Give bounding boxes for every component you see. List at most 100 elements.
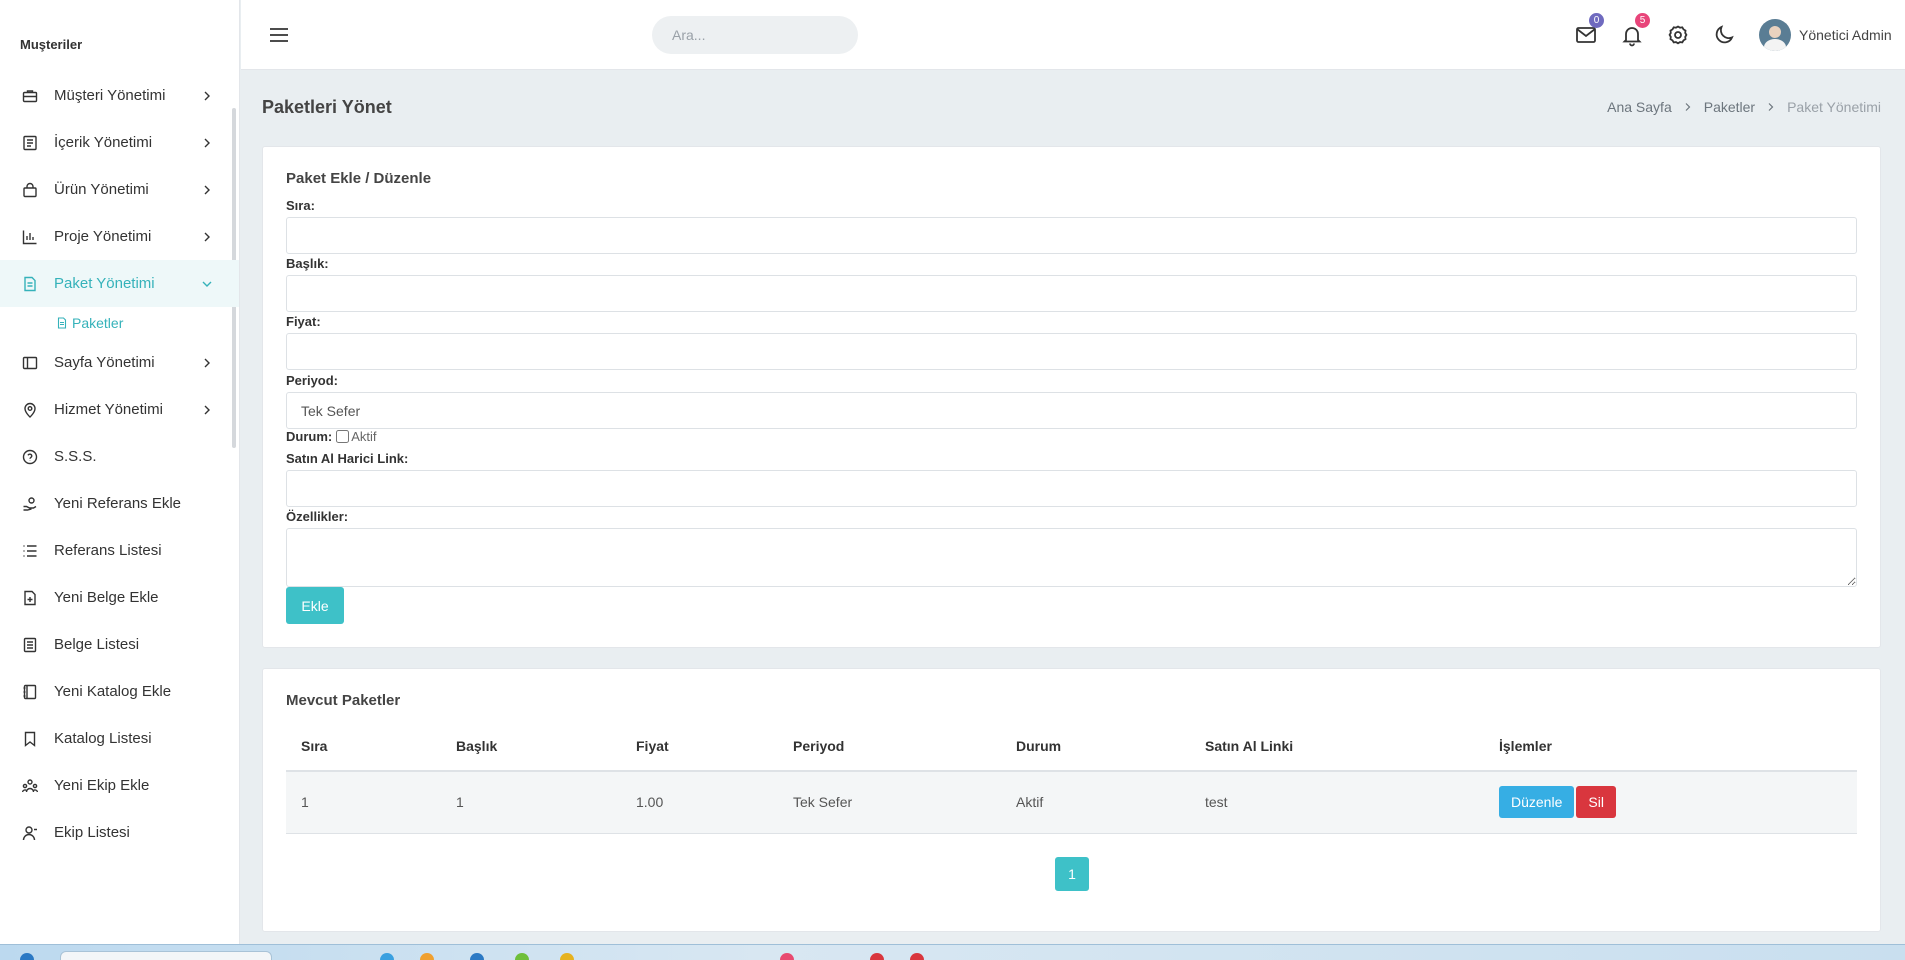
mail-button[interactable]: 0	[1574, 13, 1604, 47]
price-input[interactable]	[286, 333, 1857, 370]
sidebar-item-label: Sayfa Yönetimi	[54, 354, 155, 371]
cell-price: 1.00	[621, 771, 778, 834]
file-text-icon	[22, 637, 38, 653]
sidebar-item-urun-yonetimi[interactable]: Ürün Yönetimi	[0, 166, 239, 213]
order-input[interactable]	[286, 217, 1857, 254]
cell-actions: Düzenle Sil	[1484, 771, 1857, 834]
cell-status: Aktif	[1001, 771, 1190, 834]
mail-badge: 0	[1589, 13, 1604, 28]
sidebar-item-paket-yonetimi[interactable]: Paket Yönetimi	[0, 260, 239, 307]
title-input[interactable]	[286, 275, 1857, 312]
sidebar-item-proje-yonetimi[interactable]: Proje Yönetimi	[0, 213, 239, 260]
list-icon	[22, 543, 38, 559]
user-menu[interactable]: Yönetici Admin	[1759, 19, 1892, 51]
sidebar-item-label: Müşteri Yönetimi	[54, 87, 166, 104]
taskbar-app-icon[interactable]	[470, 953, 484, 960]
period-select[interactable]: Tek Sefer	[286, 392, 1857, 429]
column-header: Periyod	[778, 721, 1001, 772]
breadcrumb: Ana Sayfa Paketler Paket Yönetimi	[1607, 99, 1881, 115]
sidebar-item-musteri-yonetimi[interactable]: Müşteri Yönetimi	[0, 72, 239, 119]
features-textarea[interactable]	[286, 528, 1857, 587]
sidebar-item-katalog-listesi[interactable]: Katalog Listesi	[0, 715, 239, 762]
notifications-button[interactable]: 5	[1620, 13, 1650, 47]
sidebar-item-label: Katalog Listesi	[54, 730, 152, 747]
cell-period: Tek Sefer	[778, 771, 1001, 834]
sidebar-item-sayfa-yonetimi[interactable]: Sayfa Yönetimi	[0, 339, 239, 386]
settings-button[interactable]	[1666, 23, 1690, 47]
search-input[interactable]	[672, 27, 853, 43]
sidebar-item-ekip-listesi[interactable]: Ekip Listesi	[0, 809, 239, 856]
gear-icon	[1668, 25, 1688, 45]
status-row: Durum: Aktif	[286, 429, 377, 444]
column-header: Başlık	[441, 721, 621, 772]
hamburger-menu-icon[interactable]	[269, 25, 289, 45]
cell-link: test	[1190, 771, 1484, 834]
sidebar: Muşteriler Müşteri Yönetimi İçerik Yönet…	[0, 0, 240, 944]
sidebar-item-label: Yeni Belge Ekle	[54, 589, 159, 606]
chevron-right-icon	[204, 185, 210, 194]
external-link-input[interactable]	[286, 470, 1857, 507]
file-icon	[57, 317, 67, 329]
user-icon	[22, 825, 38, 841]
sidebar-item-yeni-belge-ekle[interactable]: Yeni Belge Ekle	[0, 574, 239, 621]
pagination-page-1[interactable]: 1	[1055, 857, 1089, 891]
chevron-down-icon	[202, 281, 212, 287]
table-row: 1 1 1.00 Tek Sefer Aktif test Düzenle Sil	[286, 771, 1857, 834]
dark-mode-toggle[interactable]	[1712, 23, 1736, 47]
taskbar-app-icon[interactable]	[515, 953, 529, 960]
shopping-bag-icon	[22, 182, 38, 198]
sidebar-item-yeni-katalog-ekle[interactable]: Yeni Katalog Ekle	[0, 668, 239, 715]
status-checkbox-label: Aktif	[351, 429, 377, 444]
period-select-value: Tek Sefer	[301, 402, 361, 419]
hand-coin-icon	[22, 496, 38, 512]
status-active-checkbox[interactable]	[336, 430, 350, 443]
sidebar-item-yeni-referans-ekle[interactable]: Yeni Referans Ekle	[0, 480, 239, 527]
map-pin-icon	[22, 402, 38, 418]
title-label: Başlık:	[286, 256, 329, 271]
edit-button[interactable]: Düzenle	[1499, 786, 1575, 819]
features-label: Özellikler:	[286, 509, 349, 524]
packages-table: Sıra Başlık Fiyat Periyod Durum Satın Al…	[286, 721, 1857, 834]
sidebar-item-label: Paket Yönetimi	[54, 275, 155, 292]
sidebar-item-yeni-ekip-ekle[interactable]: Yeni Ekip Ekle	[0, 762, 239, 809]
sidebar-subitem-paketler[interactable]: Paketler	[0, 307, 239, 339]
sidebar-item-label: Ürün Yönetimi	[54, 181, 149, 198]
sidebar-item-label: Yeni Referans Ekle	[54, 495, 182, 512]
delete-button[interactable]: Sil	[1576, 786, 1616, 819]
column-header: Satın Al Linki	[1190, 721, 1484, 772]
sidebar-item-sss[interactable]: S.S.S.	[0, 433, 239, 480]
chevron-right-icon	[204, 138, 210, 147]
sidebar-item-label: Proje Yönetimi	[54, 228, 152, 245]
chevron-right-icon	[1685, 103, 1691, 111]
sidebar-item-label: S.S.S.	[54, 448, 97, 465]
status-label: Durum:	[286, 429, 333, 444]
taskbar-app-icon[interactable]	[380, 953, 394, 960]
order-label: Sıra:	[286, 198, 315, 213]
taskbar-app-icon[interactable]	[870, 953, 884, 960]
taskbar-app-icon[interactable]	[780, 953, 794, 960]
team-icon	[22, 778, 38, 794]
breadcrumb-packages[interactable]: Paketler	[1704, 99, 1755, 115]
taskbar-search[interactable]	[60, 951, 272, 960]
bar-chart-icon	[22, 229, 38, 245]
breadcrumb-home[interactable]: Ana Sayfa	[1607, 99, 1672, 115]
taskbar-app-icon[interactable]	[910, 953, 924, 960]
topbar: 0 5 Yönetici Admin	[241, 0, 1905, 70]
bookmark-icon	[22, 731, 38, 747]
sidebar-item-label: Belge Listesi	[54, 636, 140, 653]
sidebar-item-referans-listesi[interactable]: Referans Listesi	[0, 527, 239, 574]
sidebar-item-icerik-yonetimi[interactable]: İçerik Yönetimi	[0, 119, 239, 166]
start-icon[interactable]	[20, 953, 34, 960]
search-box	[652, 16, 858, 54]
column-header: Fiyat	[621, 721, 778, 772]
sidebar-item-belge-listesi[interactable]: Belge Listesi	[0, 621, 239, 668]
column-header: Sıra	[286, 721, 441, 772]
taskbar-app-icon[interactable]	[560, 953, 574, 960]
price-label: Fiyat:	[286, 314, 321, 329]
sidebar-item-hizmet-yonetimi[interactable]: Hizmet Yönetimi	[0, 386, 239, 433]
add-button[interactable]: Ekle	[286, 587, 344, 624]
taskbar-app-icon[interactable]	[420, 953, 434, 960]
sidebar-item-label: Ekip Listesi	[54, 824, 130, 841]
book-icon	[22, 684, 38, 700]
link-label: Satın Al Harici Link:	[286, 451, 409, 466]
